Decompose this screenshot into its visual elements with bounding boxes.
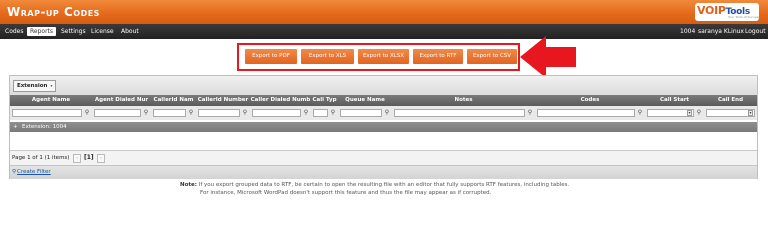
filter-agent-dialed-input[interactable] bbox=[94, 109, 141, 117]
current-page: [1] bbox=[84, 154, 94, 161]
export-note: Note: If you export grouped data to RTF,… bbox=[180, 181, 600, 197]
nav-license[interactable]: License bbox=[88, 27, 117, 36]
create-filter-link[interactable]: Create Filter bbox=[17, 166, 51, 179]
filter-icon[interactable]: ⚲ bbox=[188, 109, 194, 117]
col-agent-dialed-number[interactable]: Agent Dialed Nur bbox=[92, 95, 151, 106]
note-label: Note: bbox=[180, 182, 197, 188]
nav-about[interactable]: About bbox=[118, 27, 142, 36]
export-pdf-button[interactable]: Export to PDF bbox=[245, 49, 297, 64]
group-row-label: Extension: 1004 bbox=[22, 124, 67, 130]
report-grid: Extension ▾ Agent Name Agent Dialed Nur C… bbox=[9, 75, 758, 179]
export-xls-button[interactable]: Export to XLS bbox=[301, 49, 354, 64]
group-by-extension-chip[interactable]: Extension ▾ bbox=[13, 80, 57, 92]
username: saranya KLinux bbox=[698, 28, 744, 35]
col-notes[interactable]: Notes bbox=[392, 95, 535, 106]
expand-icon[interactable]: + bbox=[13, 122, 18, 132]
col-callerid-number[interactable]: CallerId Number bbox=[196, 95, 250, 106]
prev-page-button[interactable]: ‹ bbox=[73, 154, 81, 163]
next-page-button[interactable]: › bbox=[97, 154, 105, 163]
col-call-end[interactable]: Call End bbox=[704, 95, 757, 106]
filter-agent-name-input[interactable] bbox=[12, 109, 82, 117]
col-queue-name[interactable]: Queue Name bbox=[338, 95, 392, 106]
col-call-type[interactable]: Call Typ bbox=[311, 95, 338, 106]
pager-summary: Page 1 of 1 (1 items) bbox=[12, 155, 70, 161]
export-csv-button[interactable]: Export to CSV bbox=[467, 49, 517, 64]
app-title: Wrap-up Codes bbox=[7, 5, 100, 19]
export-xlsx-button[interactable]: Export to XLSX bbox=[358, 49, 409, 64]
filter-icon[interactable]: ⚲ bbox=[637, 109, 643, 117]
filter-icon[interactable]: ⚲ bbox=[330, 109, 336, 117]
extension-number: 1004 bbox=[680, 28, 696, 35]
pager: Page 1 of 1 (1 items) ‹ [1] › bbox=[10, 150, 757, 165]
nav-codes[interactable]: Codes bbox=[2, 27, 27, 36]
col-caller-dialed-number[interactable]: Caller Dialed Numb bbox=[250, 95, 311, 106]
col-callerid-name[interactable]: CallerId Nam bbox=[151, 95, 196, 106]
nav-reports[interactable]: Reports bbox=[27, 27, 57, 36]
filter-call-type-input[interactable] bbox=[313, 109, 328, 117]
filter-callerid-number-input[interactable] bbox=[198, 109, 240, 117]
red-arrow-icon bbox=[520, 36, 576, 78]
col-agent-name[interactable]: Agent Name bbox=[10, 95, 92, 106]
app-header: Wrap-up Codes VOIPTools Your Tools of Su… bbox=[0, 0, 768, 24]
export-rtf-button[interactable]: Export to RTF bbox=[413, 49, 463, 64]
call-end-dropdown-icon[interactable]: ▾ bbox=[748, 110, 753, 116]
filter-notes-input[interactable] bbox=[394, 109, 525, 117]
filter-icon[interactable]: ⚲ bbox=[527, 109, 533, 117]
group-row-extension[interactable]: + Extension: 1004 bbox=[10, 122, 757, 132]
group-panel: Extension ▾ bbox=[10, 76, 757, 96]
logout-link[interactable]: Logout bbox=[745, 27, 766, 36]
filter-icon[interactable]: ⚲ bbox=[303, 109, 309, 117]
note-line-2: For instance, Microsoft WordPad doesn't … bbox=[200, 190, 492, 196]
filter-icon[interactable]: ⚲ bbox=[384, 109, 390, 117]
filter-queue-name-input[interactable] bbox=[340, 109, 382, 117]
filter-icon[interactable]: ⚲ bbox=[143, 109, 149, 117]
logo-tagline: Your Tools of Success bbox=[728, 15, 760, 19]
note-line-1: If you export grouped data to RTF, be ce… bbox=[198, 182, 570, 188]
call-start-dropdown-icon[interactable]: ▾ bbox=[687, 110, 692, 116]
filter-icon[interactable]: ⚲ bbox=[242, 109, 248, 117]
filter-funnel-icon: ⚲ bbox=[12, 169, 17, 175]
nav-settings[interactable]: Settings bbox=[58, 27, 89, 36]
voiptools-logo: VOIPTools Your Tools of Success bbox=[695, 3, 760, 21]
filter-codes-input[interactable] bbox=[537, 109, 635, 117]
top-nav: Codes Reports Settings License About 100… bbox=[0, 24, 768, 39]
filter-footer: ⚲ Create Filter bbox=[10, 165, 757, 179]
sort-caret-icon: ▾ bbox=[50, 83, 53, 88]
filter-callerid-name-input[interactable] bbox=[153, 109, 186, 117]
filter-icon[interactable]: ⚲ bbox=[696, 109, 702, 117]
col-call-start[interactable]: Call Start bbox=[645, 95, 704, 106]
col-codes[interactable]: Codes bbox=[535, 95, 645, 106]
filter-caller-dialed-input[interactable] bbox=[252, 109, 301, 117]
filter-icon[interactable]: ⚲ bbox=[84, 109, 90, 117]
